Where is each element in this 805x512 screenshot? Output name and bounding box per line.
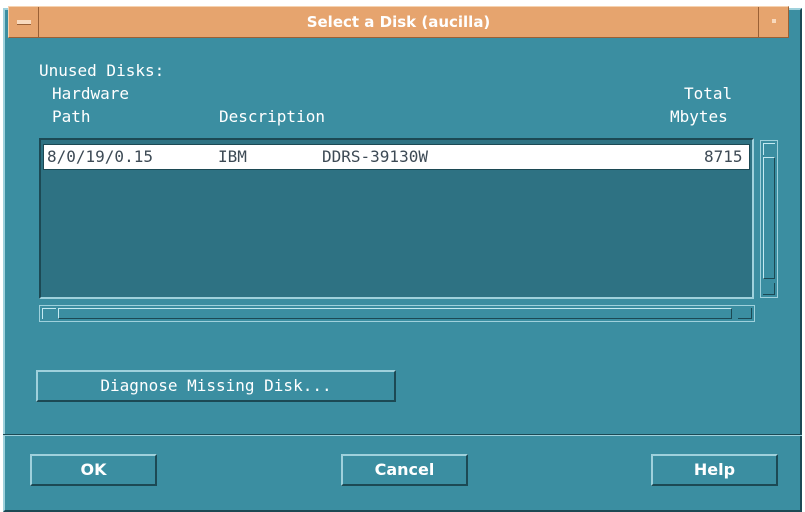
scroll-left-arrow-icon[interactable] <box>42 308 56 319</box>
column-header-total: Total <box>684 84 733 103</box>
vertical-scroll-thumb[interactable] <box>763 157 775 279</box>
disk-row[interactable]: 8/0/19/0.15 IBM DDRS-39130W 8715 <box>43 144 750 170</box>
column-header-mbytes: Mbytes <box>670 107 728 126</box>
disk-list[interactable]: 8/0/19/0.15 IBM DDRS-39130W 8715 <box>39 138 754 299</box>
disk-hardware-path: 8/0/19/0.15 <box>47 147 153 166</box>
scroll-right-arrow-icon[interactable] <box>738 308 752 319</box>
window-menu-icon <box>17 20 31 25</box>
vertical-scrollbar[interactable] <box>760 140 778 298</box>
diagnose-missing-disk-button[interactable]: Diagnose Missing Disk... <box>36 370 396 402</box>
horizontal-scroll-thumb[interactable] <box>58 308 732 319</box>
column-header-hardware: Hardware <box>52 84 130 103</box>
help-button[interactable]: Help <box>651 454 778 486</box>
scroll-down-arrow-icon[interactable] <box>763 283 775 295</box>
window-title: Select a Disk (aucilla) <box>306 13 491 31</box>
ok-button[interactable]: OK <box>30 454 157 486</box>
title-bar[interactable]: Select a Disk (aucilla) <box>8 6 789 38</box>
window-menu-button[interactable] <box>9 7 39 37</box>
cancel-button[interactable]: Cancel <box>341 454 468 486</box>
column-header-description: Description <box>219 107 325 126</box>
scroll-up-arrow-icon[interactable] <box>763 143 775 155</box>
maximize-icon <box>772 19 776 23</box>
dialog-separator <box>3 434 802 436</box>
maximize-button[interactable] <box>758 7 788 37</box>
disk-total-mbytes: 8715 <box>704 147 743 166</box>
disk-model: DDRS-39130W <box>322 147 428 166</box>
disk-vendor: IBM <box>218 147 247 166</box>
column-header-path: Path <box>52 107 91 126</box>
unused-disks-label: Unused Disks: <box>39 61 165 80</box>
horizontal-scrollbar[interactable] <box>39 305 755 322</box>
